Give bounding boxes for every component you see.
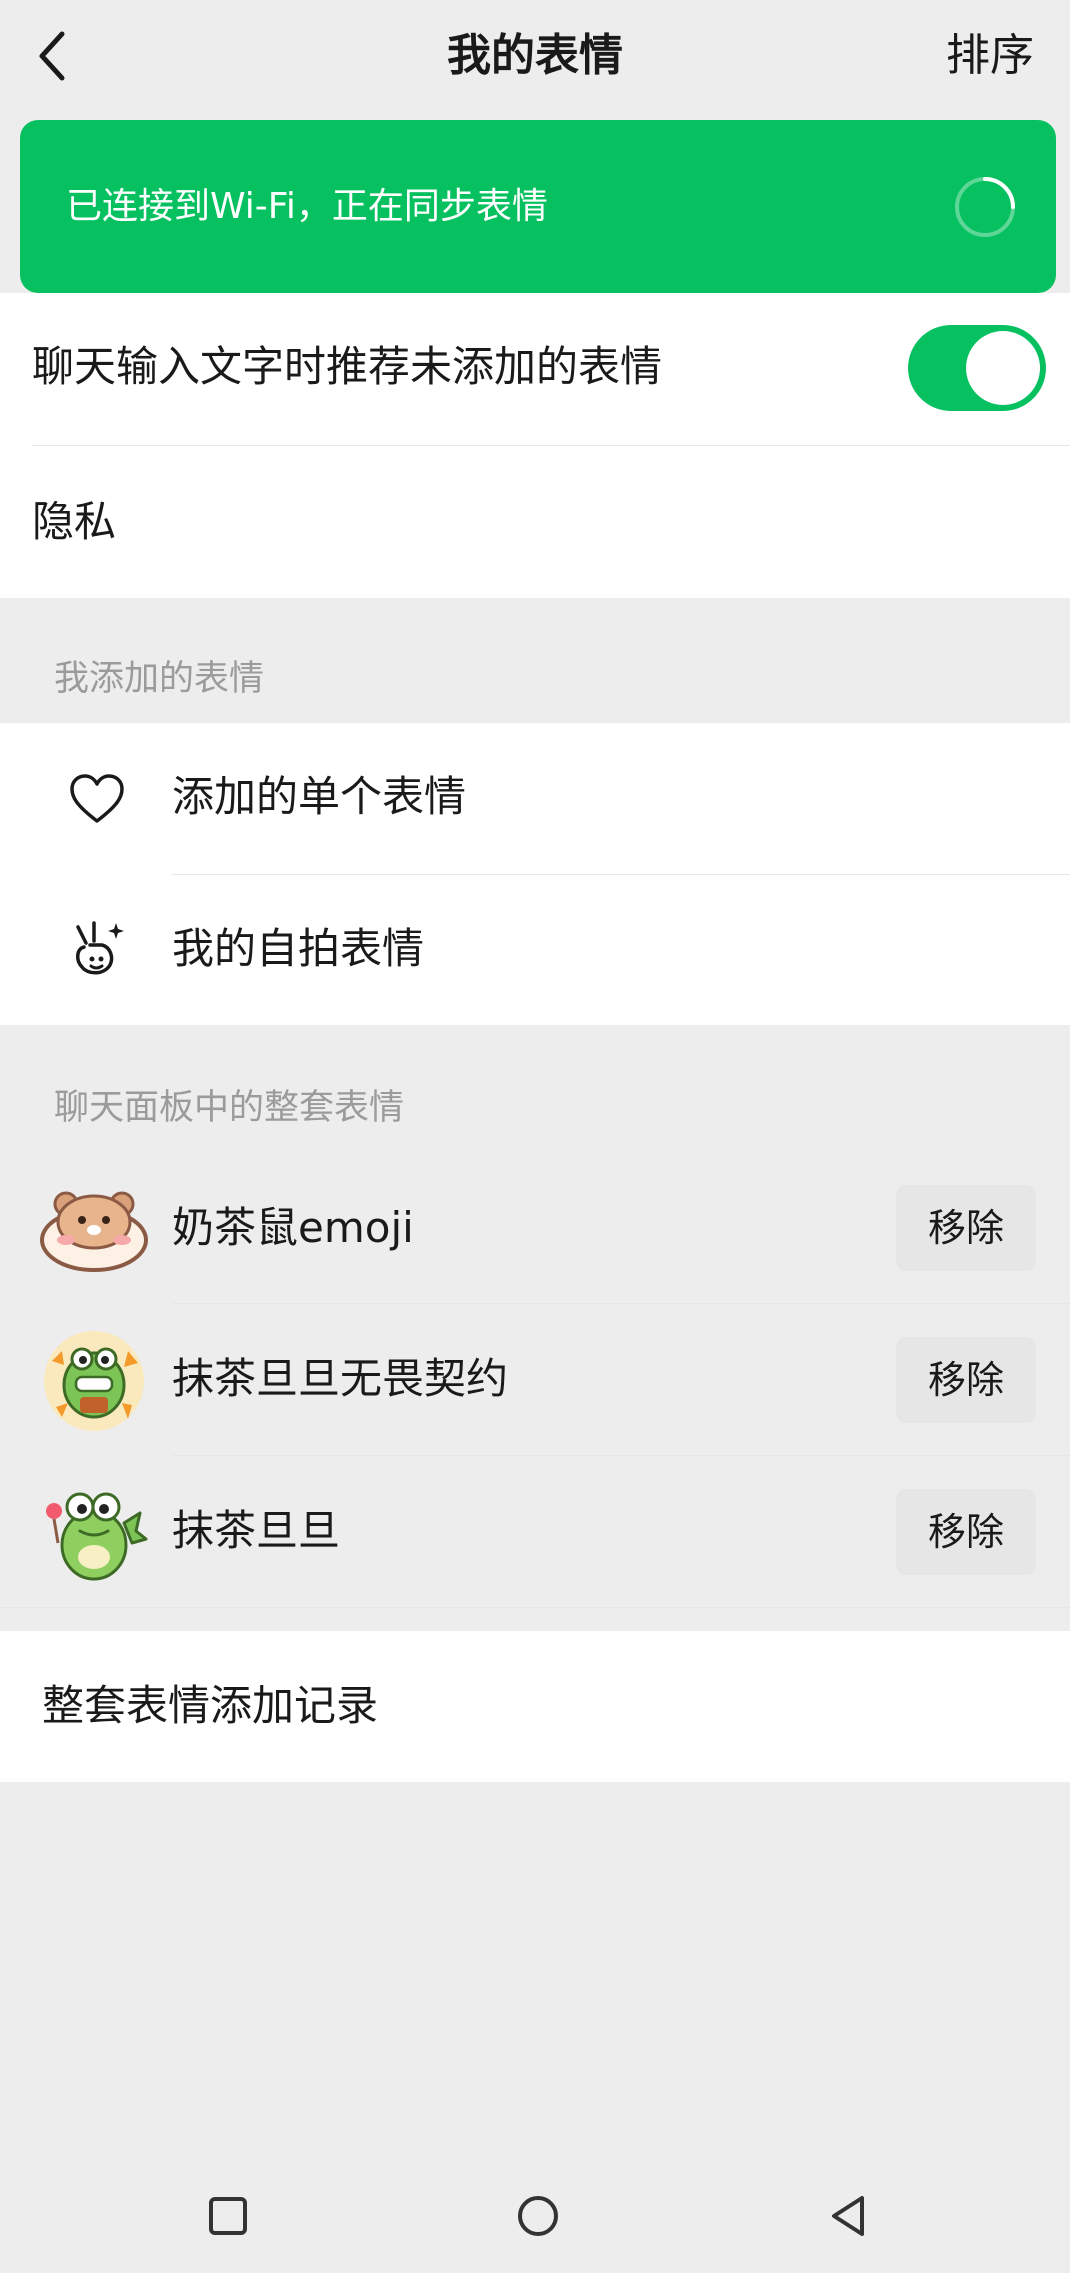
- hamster-sticker-thumbnail: [36, 1170, 152, 1286]
- pack-history-label: 整套表情添加记录: [42, 1681, 379, 1730]
- privacy-row[interactable]: 隐私: [0, 446, 1070, 598]
- sync-status-banner: 已连接到Wi-Fi，正在同步表情: [20, 120, 1056, 293]
- recommend-setting-row[interactable]: 聊天输入文字时推荐未添加的表情: [0, 293, 1070, 445]
- section-title-my-added: 我添加的表情: [54, 659, 265, 699]
- loading-spinner-icon: [955, 177, 1015, 237]
- recommend-setting-label: 聊天输入文字时推荐未添加的表情: [32, 342, 663, 391]
- divider: [0, 1607, 1070, 1608]
- home-icon: [518, 2196, 558, 2236]
- sticker-pack-row[interactable]: 抹茶旦旦无畏契约 移除: [0, 1304, 1070, 1455]
- home-button[interactable]: [502, 2180, 574, 2252]
- toggle-knob: [966, 331, 1040, 405]
- recent-apps-button[interactable]: [192, 2180, 264, 2252]
- back-triangle-icon: [832, 2196, 864, 2236]
- sticker-pack-row[interactable]: 奶茶鼠emoji 移除: [0, 1153, 1070, 1303]
- section-title-panel-packs: 聊天面板中的整套表情: [54, 1088, 405, 1128]
- sync-status-text: 已连接到Wi-Fi，正在同步表情: [66, 186, 548, 227]
- selfie-stickers-label: 我的自拍表情: [172, 924, 425, 973]
- sticker-pack-row[interactable]: 抹茶旦旦 移除: [0, 1456, 1070, 1607]
- selfie-hand-icon: [64, 917, 130, 983]
- heart-icon: [64, 767, 130, 833]
- sort-button[interactable]: 排序: [946, 28, 1034, 84]
- crocodile-gamer-sticker-thumbnail: [36, 1321, 152, 1437]
- page-title: 我的表情: [447, 30, 623, 81]
- system-back-button[interactable]: [812, 2180, 884, 2252]
- privacy-label: 隐私: [32, 497, 117, 546]
- remove-button[interactable]: 移除: [896, 1489, 1036, 1575]
- sticker-pack-name: 奶茶鼠emoji: [172, 1203, 414, 1252]
- selfie-stickers-row[interactable]: 我的自拍表情: [0, 875, 1070, 1025]
- remove-button[interactable]: 移除: [896, 1337, 1036, 1423]
- pack-history-row[interactable]: 整套表情添加记录: [0, 1631, 1070, 1782]
- my-added-card: 添加的单个表情 我的自拍表情: [0, 723, 1070, 1025]
- sticker-pack-name: 抹茶旦旦无畏契约: [172, 1354, 509, 1403]
- single-stickers-row[interactable]: 添加的单个表情: [0, 723, 1070, 874]
- recommend-toggle[interactable]: [908, 325, 1046, 411]
- sticker-pack-name: 抹茶旦旦: [172, 1506, 341, 1555]
- crocodile-sticker-thumbnail: [36, 1473, 152, 1589]
- single-stickers-label: 添加的单个表情: [172, 772, 467, 821]
- system-navigation-bar: [0, 2160, 1070, 2273]
- remove-button[interactable]: 移除: [896, 1185, 1036, 1271]
- settings-card: 聊天输入文字时推荐未添加的表情 隐私: [0, 293, 1070, 598]
- top-bar: 我的表情 排序: [0, 0, 1070, 112]
- my-stickers-screen: 我的表情 排序 已连接到Wi-Fi，正在同步表情 聊天输入文字时推荐未添加的表情…: [0, 0, 1070, 2273]
- recent-apps-icon: [209, 2197, 247, 2235]
